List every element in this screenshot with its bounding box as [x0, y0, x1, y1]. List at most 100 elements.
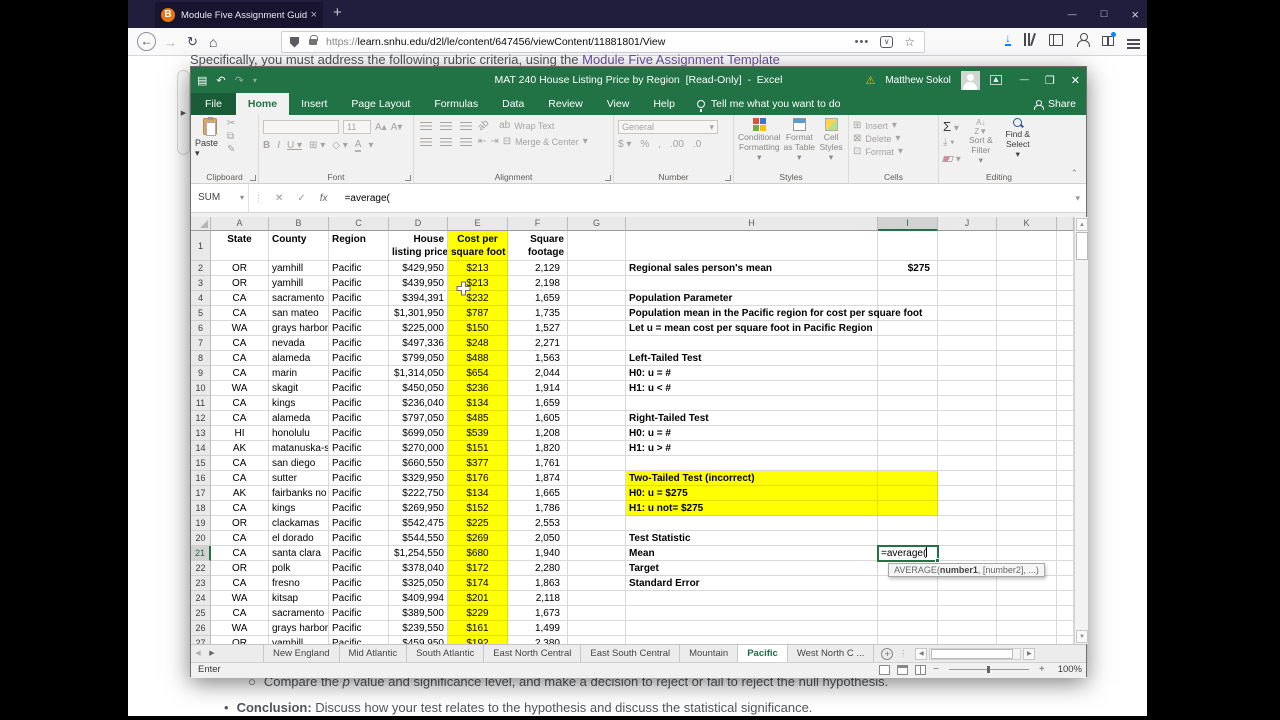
cell-A5[interactable]: CA — [211, 306, 269, 321]
cell-I2[interactable]: $275 — [878, 261, 938, 276]
cell-K7[interactable] — [997, 336, 1057, 351]
cell-G26[interactable] — [568, 621, 626, 636]
cell-D27[interactable]: $459,950 — [389, 636, 448, 644]
cell-J18[interactable] — [938, 501, 997, 516]
cell-H22[interactable]: Target — [626, 561, 878, 576]
cell-D2[interactable]: $429,950 — [389, 261, 448, 276]
orientation-icon[interactable]: ab — [476, 118, 492, 134]
zoom-slider[interactable] — [948, 666, 1029, 673]
cell-A2[interactable]: OR — [211, 261, 269, 276]
excel-close-button[interactable]: ✕ — [1071, 74, 1080, 87]
cell-B2[interactable]: yamhill — [269, 261, 329, 276]
cell-F21[interactable]: 1,940 — [508, 546, 568, 561]
cell-E24[interactable]: $201 — [448, 591, 508, 606]
cell-J25[interactable] — [938, 606, 997, 621]
cell-B8[interactable]: alameda — [269, 351, 329, 366]
cell-D17[interactable]: $222,750 — [389, 486, 448, 501]
cell-F20[interactable]: 2,050 — [508, 531, 568, 546]
cell-I18[interactable] — [878, 501, 938, 516]
column-header-K[interactable]: K — [997, 217, 1057, 231]
format-painter-icon[interactable]: ✎ — [227, 144, 235, 155]
delete-cells-button[interactable]: Delete — [865, 134, 891, 144]
cell-B18[interactable]: kings — [269, 501, 329, 516]
row-header-5[interactable]: 5 — [191, 306, 211, 321]
zoom-slider-thumb[interactable] — [986, 666, 990, 673]
cell-K14[interactable] — [997, 441, 1057, 456]
cell-K3[interactable] — [997, 276, 1057, 291]
ribbon-tab-help[interactable]: Help — [641, 93, 687, 115]
cell-K19[interactable] — [997, 516, 1057, 531]
cell-H12[interactable]: Right-Tailed Test — [626, 411, 878, 426]
cell-K9[interactable] — [997, 366, 1057, 381]
cell-C2[interactable]: Pacific — [329, 261, 389, 276]
cell-J3[interactable] — [938, 276, 997, 291]
zoom-out-icon[interactable]: − — [933, 664, 939, 675]
cell-I13[interactable] — [878, 426, 938, 441]
cell-C23[interactable]: Pacific — [329, 576, 389, 591]
sheet-tab-south-atlantic[interactable]: South Atlantic — [407, 645, 485, 662]
cell-G2[interactable] — [568, 261, 626, 276]
font-name-combo[interactable] — [263, 120, 339, 134]
cell-I14[interactable] — [878, 441, 938, 456]
column-header-C[interactable]: C — [329, 217, 389, 231]
row-header-2[interactable]: 2 — [191, 261, 211, 276]
cell-G22[interactable] — [568, 561, 626, 576]
number-dialog-launcher[interactable] — [725, 175, 731, 181]
cell-G27[interactable] — [568, 636, 626, 644]
cell-G25[interactable] — [568, 606, 626, 621]
cell-B12[interactable]: alameda — [269, 411, 329, 426]
cell-B23[interactable]: fresno — [269, 576, 329, 591]
cell-B24[interactable]: kitsap — [269, 591, 329, 606]
cell-H6[interactable]: Let u = mean cost per square foot in Pac… — [626, 321, 878, 336]
cell-A8[interactable]: CA — [211, 351, 269, 366]
cell-H10[interactable]: H1: u < # — [626, 381, 878, 396]
cell-I23[interactable] — [878, 576, 938, 591]
cell-C20[interactable]: Pacific — [329, 531, 389, 546]
cell-A14[interactable]: AK — [211, 441, 269, 456]
cell-H18[interactable]: H1: u not= $275 — [626, 501, 878, 516]
collapse-ribbon-icon[interactable]: ⌃ — [1070, 168, 1078, 179]
user-avatar[interactable] — [960, 70, 980, 90]
name-box[interactable]: SUM ▾ — [191, 184, 249, 212]
cell-B6[interactable]: grays harbor — [269, 321, 329, 336]
cell-C5[interactable]: Pacific — [329, 306, 389, 321]
cell-K26[interactable] — [997, 621, 1057, 636]
column-header-D[interactable]: D — [389, 217, 448, 231]
cell-D9[interactable]: $1,314,050 — [389, 366, 448, 381]
cell-A7[interactable]: CA — [211, 336, 269, 351]
cell-H26[interactable] — [626, 621, 878, 636]
forward-button[interactable]: → — [164, 35, 177, 50]
cell-G24[interactable] — [568, 591, 626, 606]
cell-A4[interactable]: CA — [211, 291, 269, 306]
bold-icon[interactable]: B — [263, 140, 270, 151]
scroll-left-icon[interactable]: ◀ — [915, 647, 928, 660]
cell-A18[interactable]: CA — [211, 501, 269, 516]
cell-C7[interactable]: Pacific — [329, 336, 389, 351]
cell-C14[interactable]: Pacific — [329, 441, 389, 456]
whats-new-gift-icon[interactable] — [1102, 32, 1116, 46]
cell-J21[interactable] — [938, 546, 997, 561]
cell-D15[interactable]: $660,550 — [389, 456, 448, 471]
cell-B5[interactable]: san mateo — [269, 306, 329, 321]
cell-D26[interactable]: $239,550 — [389, 621, 448, 636]
row-header-4[interactable]: 4 — [191, 291, 211, 306]
cell-D20[interactable]: $544,550 — [389, 531, 448, 546]
cell-A23[interactable]: CA — [211, 576, 269, 591]
cell-J1[interactable] — [938, 231, 997, 261]
excel-minimize-button[interactable]: — — [1020, 74, 1029, 87]
cell-E19[interactable]: $225 — [448, 516, 508, 531]
cell-K18[interactable] — [997, 501, 1057, 516]
cell-G23[interactable] — [568, 576, 626, 591]
new-sheet-button[interactable]: + — [881, 647, 894, 660]
url-text[interactable]: https://learn.snhu.edu/d2l/le/content/64… — [326, 36, 855, 48]
cell-K12[interactable] — [997, 411, 1057, 426]
cell-I26[interactable] — [878, 621, 938, 636]
cell-F15[interactable]: 1,761 — [508, 456, 568, 471]
cell-J20[interactable] — [938, 531, 997, 546]
cell-J10[interactable] — [938, 381, 997, 396]
cell-H2[interactable]: Regional sales person's mean — [626, 261, 878, 276]
cell-D8[interactable]: $799,050 — [389, 351, 448, 366]
scroll-down-icon[interactable]: ▼ — [1076, 630, 1088, 643]
account-icon[interactable] — [1076, 33, 1090, 47]
cell-E25[interactable]: $229 — [448, 606, 508, 621]
